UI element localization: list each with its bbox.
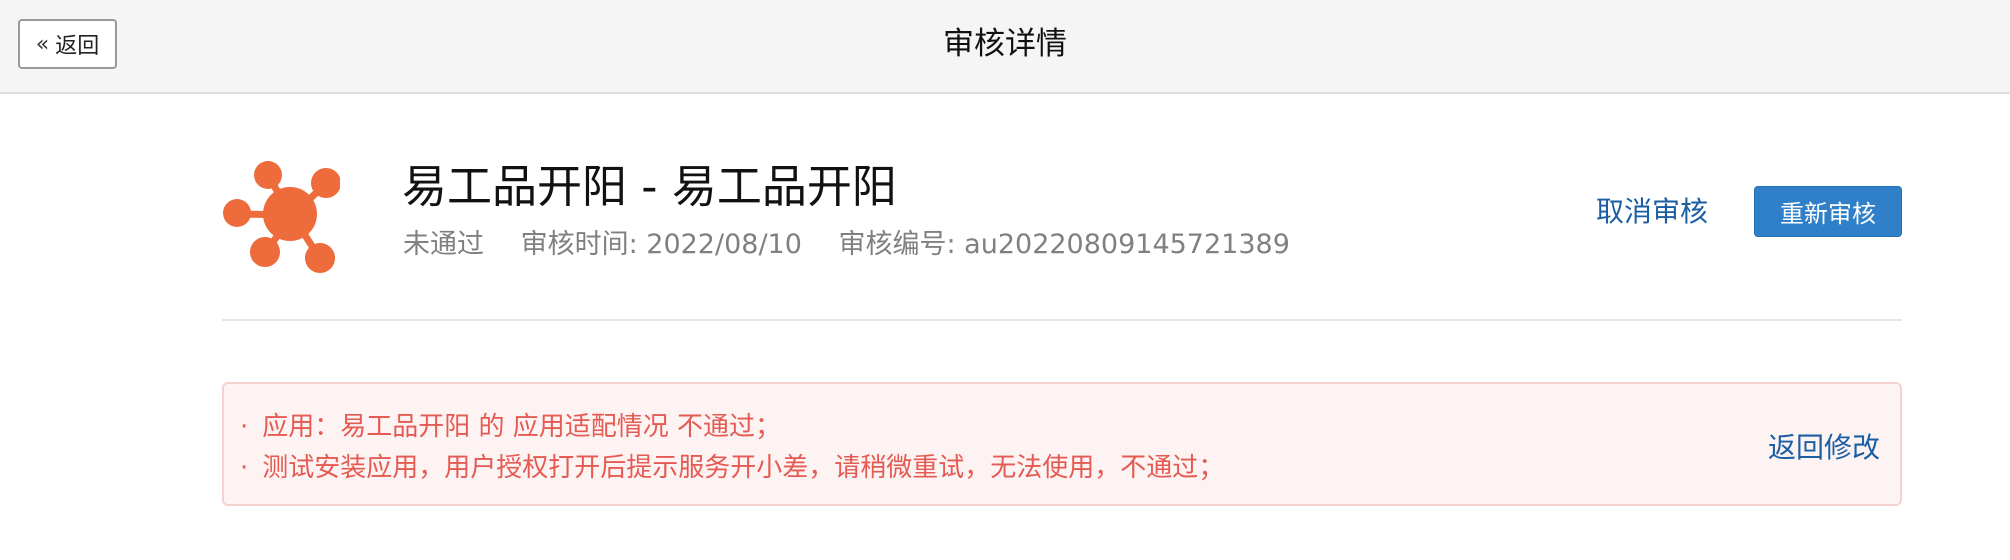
molecule-network-icon [222,158,341,276]
review-id: 审核编号: au20220809145721389 [838,229,1290,260]
review-time: 审核时间: 2022/08/10 [520,229,802,260]
resubmit-review-button[interactable]: 重新审核 [1754,186,1902,237]
reason-item: · 应用：易工品开阳 的 应用适配情况 不通过； [240,406,781,443]
status-badge: 未通过 [403,229,484,260]
bullet-icon: · [240,453,249,483]
app-name: 易工品开阳 - 易工品开阳 [402,160,897,213]
reason-text: 测试安装应用，用户授权打开后提示服务开小差，请稍微重试，无法使用，不通过； [262,453,1225,483]
rejection-reasons-box: · 应用：易工品开阳 的 应用适配情况 不通过； · 测试安装应用，用户授权打开后提… [222,382,1902,506]
divider [222,319,1902,321]
review-meta: 未通过 审核时间: 2022/08/10 审核编号: au20220809145… [403,222,1318,261]
return-edit-link[interactable]: 返回修改 [1768,426,1880,466]
reason-text: 应用：易工品开阳 的 应用适配情况 不通过； [262,412,782,442]
page-title: 审核详情 [943,26,1067,62]
top-bar: « 返回 审核详情 [0,0,2010,94]
cancel-review-link[interactable]: 取消审核 [1596,190,1708,230]
reason-item: · 测试安装应用，用户授权打开后提示服务开小差，请稍微重试，无法使用，不通过； [240,447,1224,484]
bullet-icon: · [240,412,249,442]
